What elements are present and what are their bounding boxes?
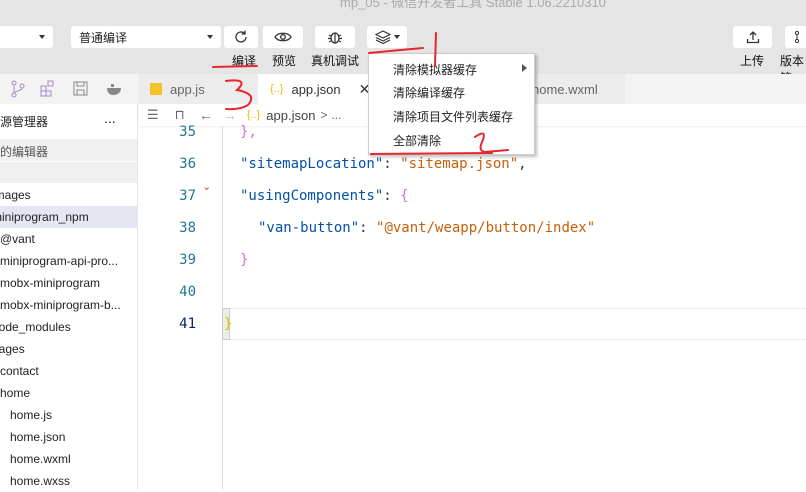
tree-item[interactable]: pages	[0, 338, 138, 360]
tree-item[interactable]: @vant	[0, 228, 138, 250]
breadcrumb-separator: >	[320, 108, 328, 122]
docker-icon	[107, 84, 121, 95]
compile-mode-value: 普通编译	[79, 30, 128, 45]
clear-cache-button[interactable]	[367, 26, 407, 48]
preview-button[interactable]	[263, 26, 303, 48]
tree-item-label: mobx-miniprogram-b...	[0, 298, 121, 312]
tab-label: home.wxml	[532, 81, 598, 97]
debug-label: 真机调试	[311, 54, 360, 68]
upload-icon	[746, 31, 759, 44]
tree-item-label: pages	[0, 342, 25, 356]
breadcrumb-more[interactable]: ...	[331, 108, 341, 122]
menu-item-clear-file-list-cache[interactable]: 清除项目文件列表缓存	[393, 108, 513, 125]
layers-icon	[374, 30, 391, 44]
upload-button[interactable]	[733, 26, 772, 48]
tab-label: app.json	[291, 81, 341, 97]
code-line[interactable]: }	[224, 316, 232, 332]
code-line[interactable]: "van-button": "@vant/weapp/button/index"	[258, 220, 595, 236]
tree-item-label: home.js	[10, 408, 53, 422]
tree-item[interactable]: mobx-miniprogram-b...	[0, 294, 138, 316]
tree-item[interactable]: contact	[0, 360, 138, 382]
compile-label: 编译	[232, 54, 257, 68]
section-label: 打开的编辑器	[0, 145, 49, 159]
more-button[interactable]: ...	[104, 110, 116, 126]
preview-label: 预览	[272, 54, 297, 68]
json-file-icon: {..}	[246, 109, 261, 121]
js-file-icon	[150, 83, 162, 95]
tree-item-label: @vant	[0, 232, 35, 246]
tree-item[interactable]: home.wxss	[0, 470, 138, 492]
explorer-title: 资源管理器	[0, 115, 49, 129]
tab-label: app.js	[170, 81, 205, 97]
tree-item-label: miniprogram-api-pro...	[0, 254, 119, 268]
tree-item[interactable]: node_modules	[0, 316, 138, 338]
tree-item[interactable]: miniprogram_npm	[0, 206, 138, 228]
outline-icon[interactable]: ☰	[147, 107, 159, 123]
window-title: mp_05 - 微信开发者工具 Stable 1.06.2210310	[340, 0, 606, 10]
upload-label: 上传	[740, 54, 765, 68]
code-line[interactable]: }	[240, 252, 248, 268]
tree-item[interactable]: home	[0, 382, 138, 404]
tree-item[interactable]: home.js	[0, 404, 138, 426]
simulator-select[interactable]	[0, 26, 53, 48]
forward-icon[interactable]: →	[223, 107, 237, 123]
clear-cache-menu: 清除模拟器缓存 清除编译缓存 清除项目文件列表缓存 全部清除	[368, 53, 535, 155]
menu-item-clear-simulator-cache[interactable]: 清除模拟器缓存	[393, 61, 477, 78]
sidebar-toolbar-icons	[11, 80, 121, 98]
tree-item-label: home.json	[10, 430, 66, 444]
fold-chevron-icon[interactable]: ⌄	[202, 180, 211, 193]
tree-item-label: home	[0, 386, 31, 400]
tree-item[interactable]: images	[0, 184, 138, 206]
branch-icon	[794, 30, 800, 44]
tree-item-label: home.wxss	[10, 474, 71, 488]
compile-mode-select[interactable]: 普通编译	[71, 26, 221, 48]
tree-item-label: images	[0, 188, 31, 202]
compile-button[interactable]	[224, 26, 258, 48]
line-number: 40	[179, 284, 196, 300]
menu-item-clear-compile-cache[interactable]: 清除编译缓存	[393, 84, 465, 101]
code-line[interactable]: "usingComponents": {	[240, 188, 409, 204]
back-icon[interactable]: ←	[199, 107, 213, 123]
tree-item[interactable]: mobx-miniprogram	[0, 272, 138, 294]
open-editors-section[interactable]: 打开的编辑器	[0, 139, 137, 161]
tree-item[interactable]: home.wxml	[0, 448, 138, 470]
tree-item-label: miniprogram_npm	[0, 210, 89, 224]
chevron-down-icon	[393, 35, 400, 39]
tree-item-label: home.wxml	[10, 452, 71, 466]
line-number: 41	[179, 316, 196, 332]
bug-icon	[328, 32, 342, 44]
menu-item-clear-all[interactable]: 全部清除	[393, 132, 441, 149]
tree-item-label: contact	[0, 364, 39, 378]
tree-item-label: mobx-miniprogram	[0, 276, 101, 290]
code-line[interactable]: "sitemapLocation": "sitemap.json",	[240, 156, 527, 172]
tree-item-label: node_modules	[0, 320, 71, 334]
version-button[interactable]	[785, 26, 806, 48]
code-line[interactable]: },	[240, 124, 257, 140]
tab-app-js[interactable]: app.js	[138, 74, 258, 104]
current-line-highlight	[223, 308, 806, 340]
line-number: 38	[179, 220, 196, 236]
line-number: 36	[179, 156, 196, 172]
save-icon	[73, 81, 88, 96]
line-number: 37	[179, 188, 196, 204]
project-section[interactable]	[0, 162, 137, 183]
line-number: 35	[179, 124, 196, 140]
breadcrumb-file[interactable]: app.json	[266, 108, 315, 123]
tab-app-json[interactable]: {..} app.json ✕	[258, 74, 370, 104]
eye-icon	[274, 32, 292, 42]
json-file-icon: {..}	[270, 83, 284, 95]
refresh-icon	[235, 30, 247, 43]
tree-item[interactable]: miniprogram-api-pro...	[0, 250, 138, 272]
submenu-arrow-icon	[522, 64, 527, 72]
tree-item[interactable]: home.json	[0, 426, 138, 448]
line-number: 39	[179, 252, 196, 268]
git-branch-icon	[11, 80, 25, 98]
bookmark-icon[interactable]: ⊓	[175, 107, 185, 123]
extensions-icon	[40, 80, 54, 97]
remote-debug-button[interactable]	[315, 26, 355, 48]
